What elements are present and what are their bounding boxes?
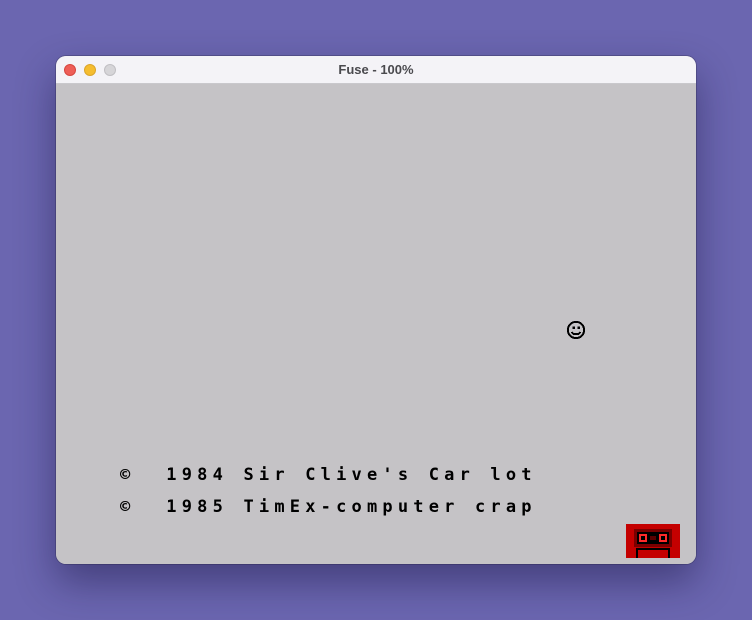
copyright-line-2: © 1985 TimEx-computer crap <box>120 497 537 517</box>
cassette-tape-icon <box>626 524 680 558</box>
tape-status <box>626 524 680 558</box>
smiley-icon <box>566 320 586 340</box>
title-bar[interactable]: Fuse - 100% <box>56 56 696 84</box>
window-title: Fuse - 100% <box>338 62 414 77</box>
copyright-line-1: © 1984 Sir Clive's Car lot <box>120 465 537 485</box>
emulator-screen[interactable]: © 1984 Sir Clive's Car lot © 1985 TimEx-… <box>56 84 696 564</box>
fuse-window: Fuse - 100% © 1984 Sir Clive's Car lot ©… <box>56 56 696 564</box>
